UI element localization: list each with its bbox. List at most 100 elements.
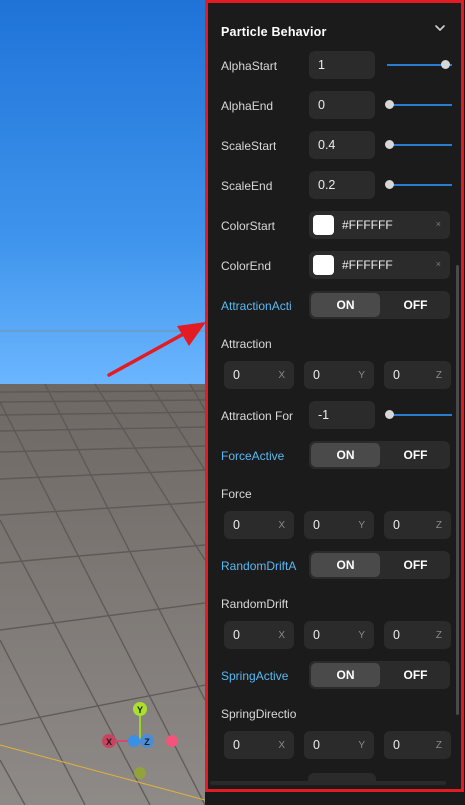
spring-active-toggle[interactable]: ON OFF	[309, 661, 450, 689]
spring-direction-z-input[interactable]: 0Z	[384, 731, 451, 759]
alpha-end-label: AlphaEnd	[221, 99, 274, 113]
value: 0	[393, 518, 400, 532]
slider-thumb[interactable]	[441, 60, 450, 69]
value: 0	[393, 738, 400, 752]
axis-gizmo[interactable]: Y X Z	[95, 695, 190, 785]
slider-thumb[interactable]	[385, 410, 394, 419]
color-end-value[interactable]: #FFFFFF	[342, 258, 393, 272]
value: 0	[233, 628, 240, 642]
axis-label: X	[278, 520, 285, 531]
clear-icon[interactable]: ×	[436, 259, 441, 269]
row-spring-direction-vector: 0X 0Y 0Z	[221, 731, 461, 761]
row-color-end: ColorEnd #FFFFFF ×	[221, 251, 461, 281]
scale-start-label: ScaleStart	[221, 139, 277, 153]
attraction-force-slider[interactable]	[385, 410, 452, 419]
slider-thumb[interactable]	[385, 180, 394, 189]
spring-active-on-button[interactable]: ON	[311, 663, 380, 687]
random-drift-active-toggle[interactable]: ON OFF	[309, 551, 450, 579]
row-alpha-start: AlphaStart 1	[221, 51, 461, 81]
force-y-input[interactable]: 0Y	[304, 511, 374, 539]
value: 0	[233, 368, 240, 382]
value: 0	[233, 518, 240, 532]
color-start-value[interactable]: #FFFFFF	[342, 218, 393, 232]
axis-label: Z	[435, 370, 442, 381]
spring-direction-y-input[interactable]: 0Y	[304, 731, 374, 759]
slider-thumb[interactable]	[385, 100, 394, 109]
scale-start-input[interactable]: 0.4	[309, 131, 375, 159]
gizmo-center[interactable]	[128, 735, 140, 747]
color-end-swatch[interactable]	[313, 255, 334, 275]
force-active-off-button[interactable]: OFF	[381, 443, 450, 467]
slider-thumb[interactable]	[385, 140, 394, 149]
value: 0	[313, 518, 320, 532]
force-x-input[interactable]: 0X	[224, 511, 294, 539]
value: 0	[313, 628, 320, 642]
axis-label: X	[278, 630, 285, 641]
row-scale-end: ScaleEnd 0.2	[221, 171, 461, 201]
alpha-end-slider[interactable]	[385, 100, 452, 109]
attraction-z-input[interactable]: 0Z	[384, 361, 451, 389]
axis-label: Z	[435, 740, 442, 751]
chevron-down-icon[interactable]	[433, 21, 447, 35]
attraction-label: Attraction	[221, 337, 272, 351]
panel-header[interactable]: Particle Behavior	[221, 23, 447, 43]
spring-active-off-button[interactable]: OFF	[381, 663, 450, 687]
clear-icon[interactable]: ×	[436, 219, 441, 229]
scale-end-slider[interactable]	[385, 180, 452, 189]
row-force-header: Force	[221, 483, 461, 513]
row-attraction-vector: 0X 0Y 0Z	[221, 361, 461, 391]
spring-direction-x-input[interactable]: 0X	[224, 731, 294, 759]
random-drift-active-off-button[interactable]: OFF	[381, 553, 450, 577]
row-attraction-active: AttractionActi ON OFF	[221, 291, 461, 321]
panel-title: Particle Behavior	[221, 25, 327, 39]
gizmo-neg-x[interactable]	[166, 735, 178, 747]
color-start-swatch[interactable]	[313, 215, 334, 235]
row-attraction-header: Attraction	[221, 333, 461, 363]
row-random-drift-active: RandomDriftA ON OFF	[221, 551, 461, 581]
random-drift-x-input[interactable]: 0X	[224, 621, 294, 649]
attraction-force-input[interactable]: -1	[309, 401, 375, 429]
scale-end-input[interactable]: 0.2	[309, 171, 375, 199]
attraction-active-off-button[interactable]: OFF	[381, 293, 450, 317]
attraction-active-on-button[interactable]: ON	[311, 293, 380, 317]
row-random-drift-header: RandomDrift	[221, 593, 461, 623]
alpha-start-label: AlphaStart	[221, 59, 278, 73]
color-start-field[interactable]: #FFFFFF ×	[309, 211, 450, 239]
panel-scrollbar[interactable]	[456, 265, 459, 715]
color-end-field[interactable]: #FFFFFF ×	[309, 251, 450, 279]
attraction-x-input[interactable]: 0X	[224, 361, 294, 389]
random-drift-active-label: RandomDriftA	[221, 559, 297, 573]
spring-direction-label: SpringDirectio	[221, 707, 297, 721]
value: 0	[393, 628, 400, 642]
force-active-toggle[interactable]: ON OFF	[309, 441, 450, 469]
random-drift-label: RandomDrift	[221, 597, 289, 611]
attraction-y-input[interactable]: 0Y	[304, 361, 374, 389]
scale-start-slider[interactable]	[385, 140, 452, 149]
alpha-start-input[interactable]: 1	[309, 51, 375, 79]
attraction-active-label: AttractionActi	[221, 299, 292, 313]
alpha-end-input[interactable]: 0	[309, 91, 375, 119]
alpha-start-slider[interactable]	[387, 60, 452, 69]
gizmo-neg-y[interactable]	[134, 767, 146, 779]
force-active-on-button[interactable]: ON	[311, 443, 380, 467]
value: 0	[313, 368, 320, 382]
row-force-vector: 0X 0Y 0Z	[221, 511, 461, 541]
axis-label: Z	[435, 520, 442, 531]
row-spring-direction-header: SpringDirectio	[221, 703, 461, 733]
gizmo-x-label: X	[106, 737, 112, 747]
force-z-input[interactable]: 0Z	[384, 511, 451, 539]
panel-bottom-edge	[208, 773, 448, 789]
axis-label: X	[278, 370, 285, 381]
color-end-label: ColorEnd	[221, 259, 272, 273]
row-scale-start: ScaleStart 0.4	[221, 131, 461, 161]
value: 0	[313, 738, 320, 752]
random-drift-y-input[interactable]: 0Y	[304, 621, 374, 649]
scene-viewport[interactable]: Y X Z	[0, 0, 205, 805]
random-drift-active-on-button[interactable]: ON	[311, 553, 380, 577]
axis-label: Y	[358, 740, 365, 751]
random-drift-z-input[interactable]: 0Z	[384, 621, 451, 649]
spring-active-label: SpringActive	[221, 669, 289, 683]
annotation-arrow	[107, 322, 206, 377]
attraction-active-toggle[interactable]: ON OFF	[309, 291, 450, 319]
value: 0	[393, 368, 400, 382]
